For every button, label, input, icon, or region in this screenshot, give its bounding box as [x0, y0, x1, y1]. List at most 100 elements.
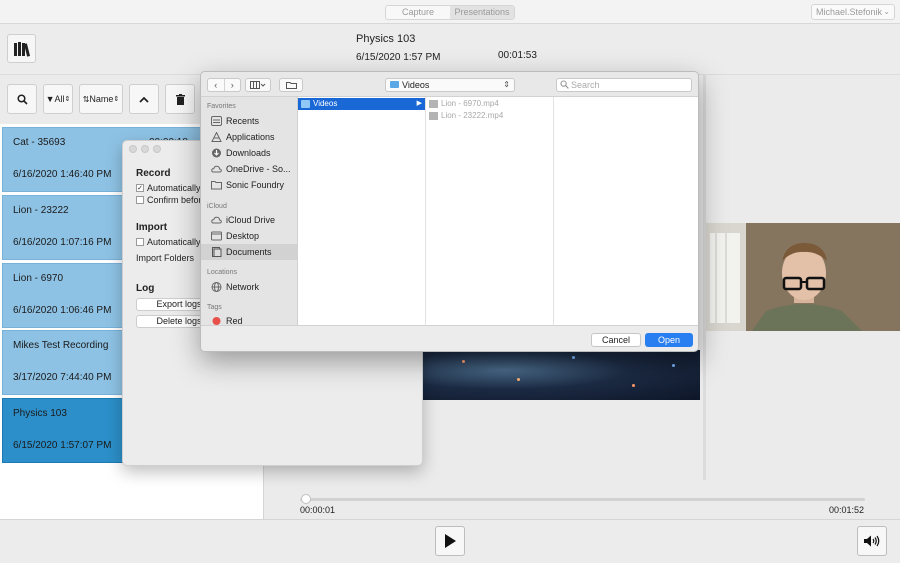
location-dropdown[interactable]: Videos ⇕: [385, 78, 515, 92]
record-confirm-checkbox[interactable]: Confirm befor: [136, 195, 202, 205]
tab-capture[interactable]: Capture: [386, 6, 450, 19]
sidebar-item-desktop[interactable]: Desktop: [201, 228, 297, 244]
forward-icon[interactable]: ›: [223, 79, 241, 91]
sidebar-item-applications[interactable]: Applications: [201, 129, 297, 145]
sort-direction-button[interactable]: [129, 84, 159, 114]
folder-icon: [390, 81, 399, 88]
recording-name: Lion - 23222: [13, 205, 69, 216]
library-icon: [13, 41, 30, 57]
updown-icon: ⇕: [64, 96, 71, 103]
file-dialog-sidebar: Favorites Recents Applications Downloads…: [201, 97, 298, 325]
search-icon: [16, 93, 28, 105]
chevron-right-icon: ▶: [416, 100, 422, 107]
sidebar-item-icloud-drive[interactable]: iCloud Drive: [201, 212, 297, 228]
sidebar-item-sonic-foundry[interactable]: Sonic Foundry: [201, 177, 297, 193]
view-mode-button[interactable]: [245, 78, 271, 92]
cloud-icon: [211, 165, 222, 173]
recording-date: 6/16/2020 1:07:16 PM: [13, 237, 112, 248]
location-label: Videos: [402, 80, 430, 90]
trash-icon: [175, 93, 185, 105]
cloud-icon: [211, 216, 222, 224]
sidebar-item-label: Red: [226, 316, 243, 325]
icloud-heading: iCloud: [207, 203, 227, 210]
folder-icon: [301, 100, 310, 108]
header: Physics 103 6/15/2020 1:57 PM 00:01:53: [0, 25, 900, 75]
search-icon: [560, 80, 569, 89]
import-auto-label: Automatically: [147, 237, 201, 247]
chevron-up-icon: [139, 96, 149, 103]
recording-name: Lion - 6970: [13, 273, 64, 284]
filter-dropdown[interactable]: ▼ All ⇕: [43, 84, 73, 114]
sidebar-item-label: OneDrive - So...: [226, 164, 291, 174]
presentation-duration: 00:01:53: [498, 50, 537, 61]
play-button[interactable]: [435, 526, 465, 556]
sidebar-item-label: iCloud Drive: [226, 215, 276, 225]
folder-row-videos[interactable]: Videos ▶: [298, 98, 425, 110]
user-menu[interactable]: Michael.Stefonik ⌄: [811, 4, 895, 20]
log-heading: Log: [136, 283, 155, 294]
timeline-knob[interactable]: [300, 494, 311, 504]
current-time: 00:00:01: [300, 505, 336, 515]
file-row[interactable]: Lion - 6970.mp4: [426, 98, 553, 110]
back-icon[interactable]: ‹: [208, 79, 224, 91]
search-input[interactable]: Search: [556, 78, 692, 92]
recording-date: 3/17/2020 7:44:40 PM: [13, 372, 112, 383]
sidebar-item-onedrive[interactable]: OneDrive - So...: [201, 161, 297, 177]
sidebar-item-documents[interactable]: Documents: [201, 244, 297, 260]
import-heading: Import: [136, 222, 168, 233]
zoom-window-icon[interactable]: [153, 145, 161, 153]
downloads-icon: [212, 148, 221, 158]
open-button[interactable]: Open: [645, 333, 693, 347]
sidebar-item-label: Desktop: [226, 231, 260, 241]
import-folders-label: Import Folders: [136, 253, 195, 263]
globe-icon: [211, 282, 222, 292]
recents-icon: [211, 116, 222, 126]
search-button[interactable]: [7, 84, 37, 114]
recording-date: 6/16/2020 1:46:40 PM: [13, 169, 112, 180]
camera-video: [706, 223, 900, 331]
library-button[interactable]: [7, 34, 36, 63]
tags-heading: Tags: [207, 304, 222, 311]
sidebar-item-label: Recents: [226, 116, 260, 126]
file-dialog-footer: Cancel Open: [201, 325, 698, 351]
record-confirm-label: Confirm befor: [147, 195, 202, 205]
record-heading: Record: [136, 168, 171, 179]
file-name: Lion - 23222.mp4: [441, 111, 504, 120]
red-tag-icon: [212, 317, 221, 325]
mode-segmented-control: Capture Presentations: [385, 5, 515, 20]
checkbox-box: [136, 196, 144, 204]
sort-icon: ⇅: [82, 94, 90, 104]
sidebar-item-label: Sonic Foundry: [226, 180, 285, 190]
recording-name: Cat - 35693: [13, 137, 66, 148]
file-row[interactable]: Lion - 23222.mp4: [426, 110, 553, 122]
filter-icon: ▼: [45, 94, 55, 104]
sidebar-item-label: Downloads: [226, 148, 271, 158]
browser-column-2: Lion - 6970.mp4 Lion - 23222.mp4: [426, 97, 554, 325]
tab-presentations[interactable]: Presentations: [450, 6, 514, 19]
record-auto-checkbox[interactable]: ✓ Automatically: [136, 183, 201, 193]
minimize-window-icon[interactable]: [141, 145, 149, 153]
sidebar-item-network[interactable]: Network: [201, 279, 297, 295]
cancel-button[interactable]: Cancel: [591, 333, 641, 347]
camera-image: [706, 223, 900, 331]
presentation-title: Physics 103: [356, 33, 416, 45]
sidebar-item-recents[interactable]: Recents: [201, 113, 297, 129]
recording-name: Physics 103: [13, 408, 67, 419]
desktop-icon: [211, 231, 222, 241]
favorites-heading: Favorites: [207, 103, 236, 110]
search-placeholder: Search: [571, 80, 600, 90]
sort-dropdown[interactable]: ⇅ Name ⇕: [79, 84, 123, 114]
sidebar-item-tag-red[interactable]: Red: [201, 313, 297, 325]
close-window-icon[interactable]: [129, 145, 137, 153]
import-auto-checkbox[interactable]: Automatically: [136, 237, 201, 247]
delete-button[interactable]: [165, 84, 195, 114]
file-name: Lion - 6970.mp4: [441, 99, 499, 108]
sidebar-item-label: Applications: [226, 132, 275, 142]
file-dialog-toolbar: ‹ › Videos ⇕ Search: [201, 72, 698, 97]
new-folder-button[interactable]: [279, 78, 303, 92]
slide-preview: [422, 350, 700, 400]
sidebar-item-downloads[interactable]: Downloads: [201, 145, 297, 161]
volume-button[interactable]: [857, 526, 887, 556]
timeline-track[interactable]: [300, 498, 865, 501]
columns-view-icon: [250, 81, 266, 89]
